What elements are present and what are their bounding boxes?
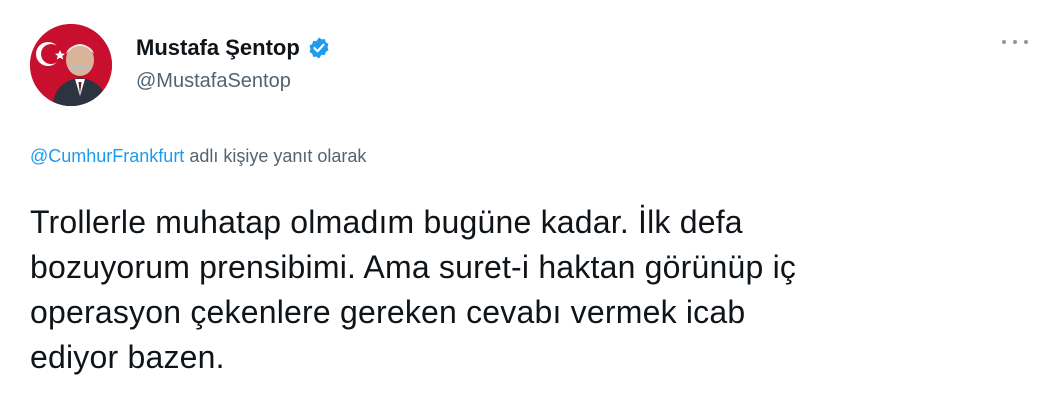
- more-dot: [1002, 40, 1006, 44]
- user-info: Mustafa Şentop @MustafaSentop: [136, 34, 331, 93]
- user-handle[interactable]: @MustafaSentop: [136, 70, 331, 93]
- tweet-text-line: bozuyorum prensibimi. Ama suret-i haktan…: [30, 249, 797, 285]
- tweet-text-line: Trollerle muhatap olmadım bugüne kadar. …: [30, 204, 743, 240]
- profile-avatar-icon: [30, 24, 112, 106]
- tweet-text-line: ediyor bazen.: [30, 339, 225, 375]
- more-horizontal-icon[interactable]: [1002, 36, 1028, 48]
- tweet-text-line: operasyon çekenlere gereken cevabı verme…: [30, 294, 746, 330]
- display-name[interactable]: Mustafa Şentop: [136, 35, 300, 61]
- avatar[interactable]: [30, 24, 112, 106]
- reply-context-suffix: adlı kişiye yanıt olarak: [184, 146, 367, 166]
- reply-to-handle-link[interactable]: @CumhurFrankfurt: [30, 146, 184, 166]
- verified-badge-icon: [307, 36, 331, 60]
- reply-context: @CumhurFrankfurt adlı kişiye yanıt olara…: [30, 146, 366, 167]
- display-name-row: Mustafa Şentop: [136, 34, 331, 62]
- more-dot: [1013, 40, 1017, 44]
- tweet-text: Trollerle muhatap olmadım bugüne kadar. …: [30, 200, 1020, 380]
- more-dot: [1024, 40, 1028, 44]
- tweet-card[interactable]: Mustafa Şentop @MustafaSentop @CumhurFra…: [0, 0, 1042, 419]
